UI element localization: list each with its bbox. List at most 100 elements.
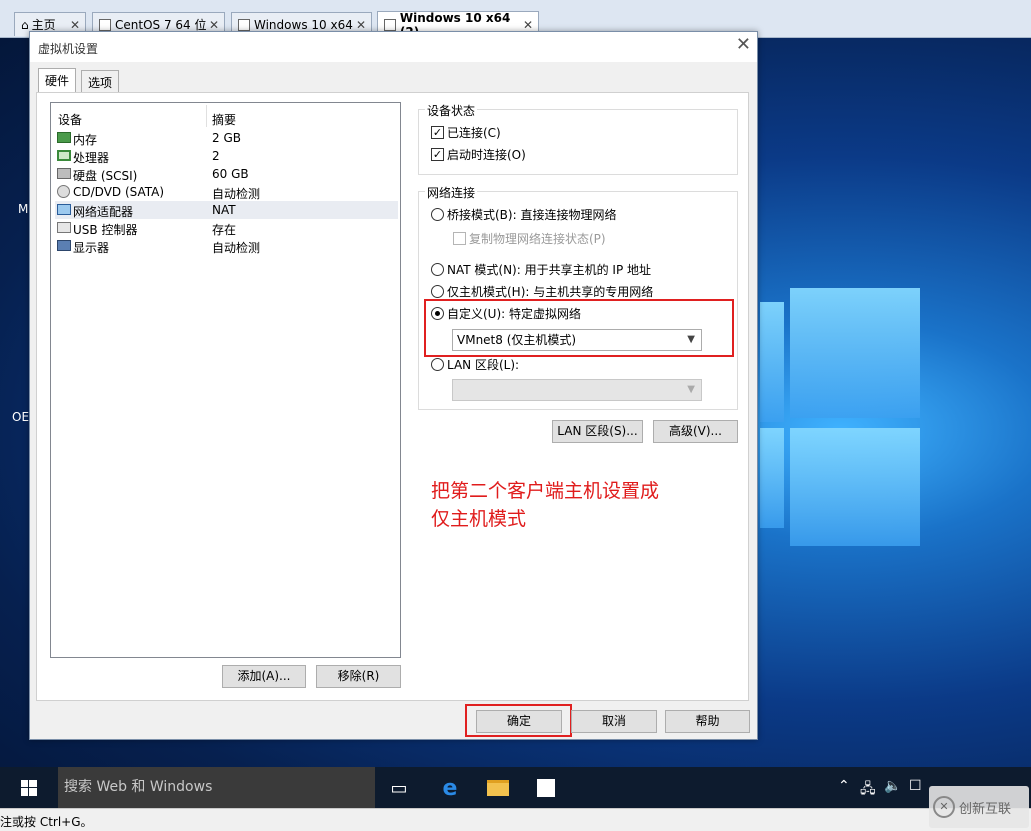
device-name: USB 控制器 — [73, 223, 138, 237]
device-status-title: 设备状态 — [425, 102, 478, 119]
host-only-radio[interactable]: 仅主机模式(H): 与主机共享的专用网络 — [431, 283, 653, 300]
lan-segment-radio[interactable]: LAN 区段(L): — [431, 356, 519, 373]
network-connection-title: 网络连接 — [425, 184, 478, 201]
highlight-box-custom — [424, 299, 734, 357]
cancel-button[interactable]: 取消 — [571, 710, 657, 733]
checkmark-icon: ✓ — [431, 126, 444, 139]
device-summary: 2 — [212, 149, 220, 163]
vm-icon — [99, 18, 111, 31]
desktop-icon-label: OE — [12, 410, 30, 424]
device-name: CD/DVD (SATA) — [73, 185, 165, 199]
device-name: 硬盘 (SCSI) — [73, 169, 138, 183]
file-explorer-icon[interactable] — [485, 775, 511, 801]
device-summary: NAT — [212, 203, 236, 217]
status-hint: 注或按 Ctrl+G。 — [0, 815, 93, 829]
lan-segments-button[interactable]: LAN 区段(S)... — [552, 420, 643, 443]
checkbox-icon — [453, 232, 466, 245]
device-row-harddisk[interactable]: 硬盘 (SCSI) 60 GB — [55, 165, 398, 183]
store-icon[interactable] — [533, 775, 559, 801]
device-row-cdrom[interactable]: CD/DVD (SATA) 自动检测 — [55, 183, 398, 201]
dialog-titlebar: 虚拟机设置 ✕ — [30, 32, 757, 62]
device-summary: 60 GB — [212, 167, 249, 181]
taskbar-search-input[interactable]: 搜索 Web 和 Windows — [58, 767, 375, 808]
desktop-icon-label: M — [18, 202, 29, 216]
windows-start-icon — [21, 779, 37, 796]
column-divider — [206, 105, 207, 127]
radio-icon — [431, 358, 444, 371]
usb-icon — [57, 222, 71, 233]
close-icon[interactable]: ✕ — [736, 34, 751, 55]
task-view-icon[interactable]: ▭ — [386, 775, 412, 801]
device-name: 处理器 — [73, 151, 110, 165]
network-icon[interactable]: 🖧 — [860, 778, 876, 802]
annotation-text: 把第二个客户端主机设置成 仅主机模式 — [431, 477, 659, 533]
windows-logo-pane — [790, 428, 920, 546]
device-summary: 自动检测 — [212, 187, 261, 201]
harddisk-icon — [57, 168, 71, 179]
highlight-box-ok — [465, 704, 572, 737]
device-status-group: 设备状态 ✓ 已连接(C) ✓ 启动时连接(O) — [418, 102, 738, 175]
watermark-logo: ✕ 创新互联 — [929, 786, 1029, 828]
start-button[interactable] — [0, 767, 58, 808]
replicate-state-checkbox[interactable]: 复制物理网络连接状态(P) — [453, 230, 606, 247]
remove-device-button[interactable]: 移除(R) — [316, 665, 401, 688]
device-column-header: 设备 — [58, 113, 83, 127]
checkbox-label: 已连接(C) — [447, 126, 501, 140]
radio-label: 仅主机模式(H): 与主机共享的专用网络 — [447, 285, 654, 299]
lan-segment-select[interactable]: ▼ — [452, 379, 702, 401]
device-row-network-adapter[interactable]: 网络适配器 NAT — [55, 201, 398, 219]
radio-icon — [431, 263, 444, 276]
connected-checkbox[interactable]: ✓ 已连接(C) — [431, 124, 501, 141]
vm-tab-label: Windows 10 x64 — [254, 17, 353, 32]
bridged-radio[interactable]: 桥接模式(B): 直接连接物理网络 — [431, 206, 616, 223]
device-name: 内存 — [73, 133, 98, 147]
device-name: 显示器 — [73, 241, 110, 255]
vm-statusbar: 注或按 Ctrl+G。 — [0, 808, 1031, 831]
cpu-icon — [57, 150, 71, 161]
radio-label: NAT 模式(N): 用于共享主机的 IP 地址 — [447, 263, 652, 277]
device-summary: 2 GB — [212, 131, 241, 145]
annotation-line: 仅主机模式 — [431, 508, 527, 530]
guest-taskbar: 搜索 Web 和 Windows ▭ e ⌃ 🖧 🔈 ☐ — [0, 767, 1031, 808]
device-row-processor[interactable]: 处理器 2 — [55, 147, 398, 165]
radio-label: LAN 区段(L): — [447, 358, 520, 372]
nat-radio[interactable]: NAT 模式(N): 用于共享主机的 IP 地址 — [431, 261, 651, 278]
close-icon[interactable]: ✕ — [523, 18, 533, 32]
device-summary: 存在 — [212, 223, 237, 237]
annotation-line: 把第二个客户端主机设置成 — [431, 480, 660, 502]
home-icon: ⌂ — [21, 17, 29, 32]
help-button[interactable]: 帮助 — [665, 710, 750, 733]
windows-logo-pane — [760, 302, 784, 422]
notification-icon[interactable]: ☐ — [909, 778, 922, 794]
watermark-text: 创新互联 — [959, 801, 1012, 817]
connect-at-power-on-checkbox[interactable]: ✓ 启动时连接(O) — [431, 146, 526, 163]
summary-column-header: 摘要 — [212, 113, 237, 127]
device-summary: 自动检测 — [212, 241, 261, 255]
chevron-up-icon[interactable]: ⌃ — [838, 778, 850, 794]
close-icon[interactable]: ✕ — [356, 18, 366, 32]
display-icon — [57, 240, 71, 251]
volume-icon[interactable]: 🔈 — [884, 778, 901, 794]
windows-logo-pane — [760, 428, 784, 528]
checkbox-label: 复制物理网络连接状态(P) — [469, 232, 606, 246]
close-icon[interactable]: ✕ — [209, 18, 219, 32]
device-row-memory[interactable]: 内存 2 GB — [55, 129, 398, 147]
device-row-display[interactable]: 显示器 自动检测 — [55, 237, 398, 255]
vm-icon — [384, 19, 396, 31]
tab-options[interactable]: 选项 — [81, 70, 120, 92]
device-row-usb[interactable]: USB 控制器 存在 — [55, 219, 398, 237]
device-list[interactable]: 设备 摘要 内存 2 GB 处理器 2 硬盘 (SCSI) 60 GB CD/D… — [50, 102, 401, 658]
dialog-title: 虚拟机设置 — [38, 42, 99, 56]
radio-icon — [431, 208, 444, 221]
network-adapter-icon — [57, 204, 71, 215]
add-device-button[interactable]: 添加(A)... — [222, 665, 306, 688]
vm-icon — [238, 18, 250, 31]
radio-label: 桥接模式(B): 直接连接物理网络 — [447, 208, 617, 222]
tab-hardware[interactable]: 硬件 — [38, 68, 77, 93]
windows-logo-pane — [790, 288, 920, 418]
close-icon[interactable]: ✕ — [70, 18, 80, 32]
cdrom-icon — [57, 185, 70, 198]
edge-browser-icon[interactable]: e — [437, 775, 463, 801]
advanced-button[interactable]: 高级(V)... — [653, 420, 738, 443]
chevron-down-icon: ▼ — [687, 384, 695, 395]
